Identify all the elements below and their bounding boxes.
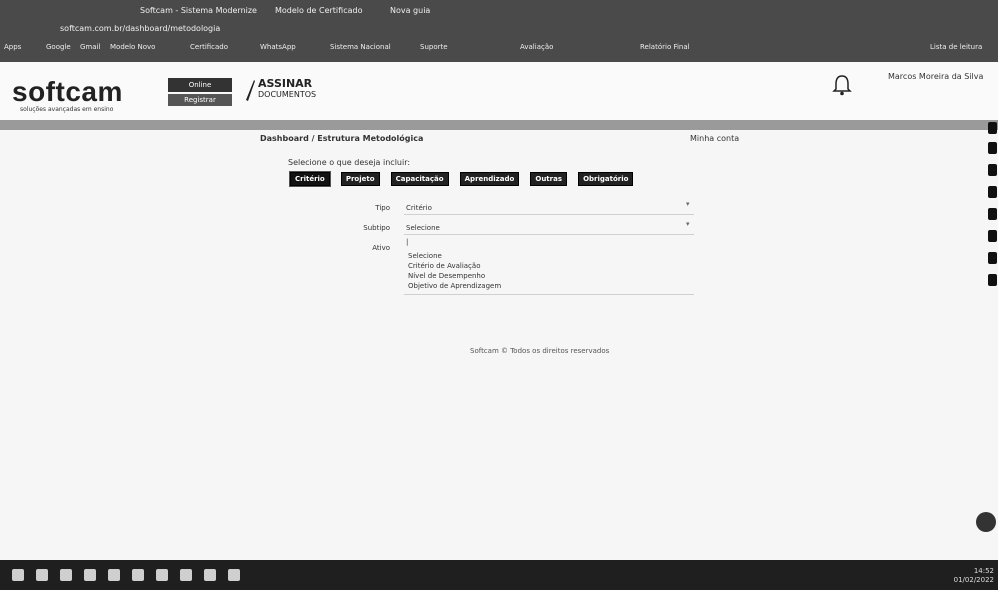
bookmark[interactable]: Lista de leitura bbox=[930, 43, 982, 51]
extension-icon[interactable] bbox=[988, 142, 997, 154]
browser-tab[interactable]: Nova guia bbox=[390, 4, 430, 18]
taskbar-app-icon[interactable] bbox=[156, 569, 168, 581]
dropdown-option[interactable]: Objetivo de Aprendizagem bbox=[408, 282, 501, 290]
bookmarks-bar: Apps Google Gmail Modelo Novo Certificad… bbox=[0, 40, 998, 58]
obrigatorio-button[interactable]: Obrigatório bbox=[578, 172, 634, 186]
breadcrumb: Dashboard / Estrutura Metodológica bbox=[260, 134, 424, 143]
register-button[interactable]: Registrar bbox=[168, 94, 232, 106]
browser-tab[interactable]: Softcam - Sistema Modernize bbox=[140, 4, 257, 18]
capacitacao-button[interactable]: Capacitação bbox=[390, 172, 449, 186]
bookmark[interactable]: WhatsApp bbox=[260, 43, 296, 51]
type-button-group: Critério Projeto Capacitação Aprendizado… bbox=[289, 166, 639, 187]
header-divider bbox=[0, 120, 998, 130]
extension-icon[interactable] bbox=[988, 122, 997, 134]
softcam-logo[interactable]: softcam bbox=[12, 76, 123, 108]
text-cursor: | bbox=[406, 238, 409, 246]
sign-documents-button[interactable]: ASSINAR DOCUMENTOS bbox=[258, 78, 316, 100]
extension-icon[interactable] bbox=[988, 208, 997, 220]
criterio-button[interactable]: Critério bbox=[289, 171, 331, 187]
bookmark[interactable]: Suporte bbox=[420, 43, 448, 51]
bookmark[interactable]: Apps bbox=[4, 43, 21, 51]
sign-label: ASSINAR bbox=[258, 77, 313, 90]
chat-bubble-icon[interactable] bbox=[976, 512, 996, 532]
taskbar-app-icon[interactable] bbox=[108, 569, 120, 581]
extension-icon[interactable] bbox=[988, 274, 997, 286]
chrome-icon[interactable] bbox=[60, 569, 72, 581]
chevron-down-icon[interactable]: ▾ bbox=[686, 200, 690, 208]
extension-icon[interactable] bbox=[988, 252, 997, 264]
subtipo-underline bbox=[404, 234, 694, 235]
user-menu[interactable]: Marcos Moreira da Silva bbox=[888, 72, 983, 81]
dropdown-option[interactable]: Nível de Desempenho bbox=[408, 272, 485, 280]
app-header: softcam soluções avançadas em ensino Onl… bbox=[0, 62, 998, 120]
aprendizado-button[interactable]: Aprendizado bbox=[459, 172, 520, 186]
bookmark[interactable]: Modelo Novo bbox=[110, 43, 155, 51]
taskbar-app-icon[interactable] bbox=[204, 569, 216, 581]
search-icon[interactable] bbox=[36, 569, 48, 581]
taskbar-app-icon[interactable] bbox=[228, 569, 240, 581]
app-window: softcam soluções avançadas em ensino Onl… bbox=[0, 62, 998, 582]
subtipo-select[interactable]: Selecione bbox=[406, 224, 440, 232]
clock-time: 14:52 bbox=[973, 567, 994, 575]
extension-icon[interactable] bbox=[988, 186, 997, 198]
taskbar-app-icon[interactable] bbox=[180, 569, 192, 581]
taskbar-app-icon[interactable] bbox=[84, 569, 96, 581]
status-badge[interactable]: Online bbox=[168, 78, 232, 92]
os-taskbar: 14:52 01/02/2022 bbox=[0, 560, 998, 590]
subtipo-label: Subtipo bbox=[363, 224, 390, 232]
extensions-sidebar bbox=[988, 122, 998, 292]
bookmark[interactable]: Certificado bbox=[190, 43, 228, 51]
chevron-down-icon[interactable]: ▾ bbox=[686, 220, 690, 228]
footer-text: Softcam © Todos os direitos reservados bbox=[470, 347, 610, 355]
projeto-button[interactable]: Projeto bbox=[340, 172, 380, 186]
pen-icon bbox=[246, 80, 255, 101]
sign-sublabel: DOCUMENTOS bbox=[258, 90, 317, 99]
tipo-label: Tipo bbox=[375, 204, 390, 212]
extension-icon[interactable] bbox=[988, 230, 997, 242]
browser-chrome: Softcam - Sistema Modernize Modelo de Ce… bbox=[0, 0, 998, 62]
clock-date: 01/02/2022 bbox=[953, 576, 994, 584]
bookmark[interactable]: Relatório Final bbox=[640, 43, 690, 51]
address-bar[interactable]: softcam.com.br/dashboard/metodologia bbox=[0, 22, 998, 38]
tipo-underline bbox=[404, 214, 694, 215]
bookmark[interactable]: Sistema Nacional bbox=[330, 43, 391, 51]
tab-strip: Softcam - Sistema Modernize Modelo de Ce… bbox=[0, 0, 998, 20]
tipo-select[interactable]: Critério bbox=[406, 204, 432, 212]
ativo-label: Ativo bbox=[372, 244, 390, 252]
bell-icon[interactable] bbox=[832, 74, 852, 96]
account-link[interactable]: Minha conta bbox=[690, 134, 739, 143]
system-clock[interactable]: 14:52 01/02/2022 bbox=[954, 567, 994, 585]
extension-icon[interactable] bbox=[988, 164, 997, 176]
windows-start-icon[interactable] bbox=[12, 569, 24, 581]
bookmark[interactable]: Avaliação bbox=[520, 43, 553, 51]
browser-tab[interactable]: Modelo de Certificado bbox=[275, 4, 362, 18]
bookmark[interactable]: Google bbox=[46, 43, 71, 51]
logo-tagline: soluções avançadas em ensino bbox=[20, 106, 114, 113]
url-text[interactable]: softcam.com.br/dashboard/metodologia bbox=[60, 24, 220, 33]
dropdown-option[interactable]: Critério de Avaliação bbox=[408, 262, 480, 270]
outras-button[interactable]: Outras bbox=[530, 172, 567, 186]
taskbar-app-icon[interactable] bbox=[132, 569, 144, 581]
bookmark[interactable]: Gmail bbox=[80, 43, 100, 51]
dropdown-bottom-border bbox=[404, 294, 694, 295]
dropdown-option[interactable]: Selecione bbox=[408, 252, 442, 260]
